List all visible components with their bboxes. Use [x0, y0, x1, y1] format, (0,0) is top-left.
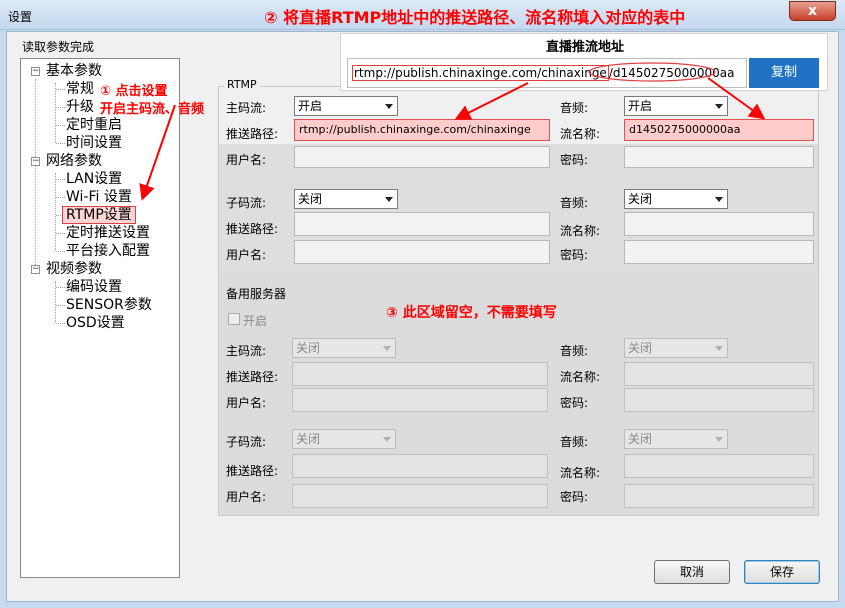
arrow-to-push-path	[454, 82, 529, 120]
annotation-arrows	[139, 62, 766, 201]
stream-name-highlight-ellipse	[588, 62, 716, 82]
arrow-to-rtmp-item	[139, 104, 176, 201]
arrow-to-stream-name	[707, 77, 766, 120]
